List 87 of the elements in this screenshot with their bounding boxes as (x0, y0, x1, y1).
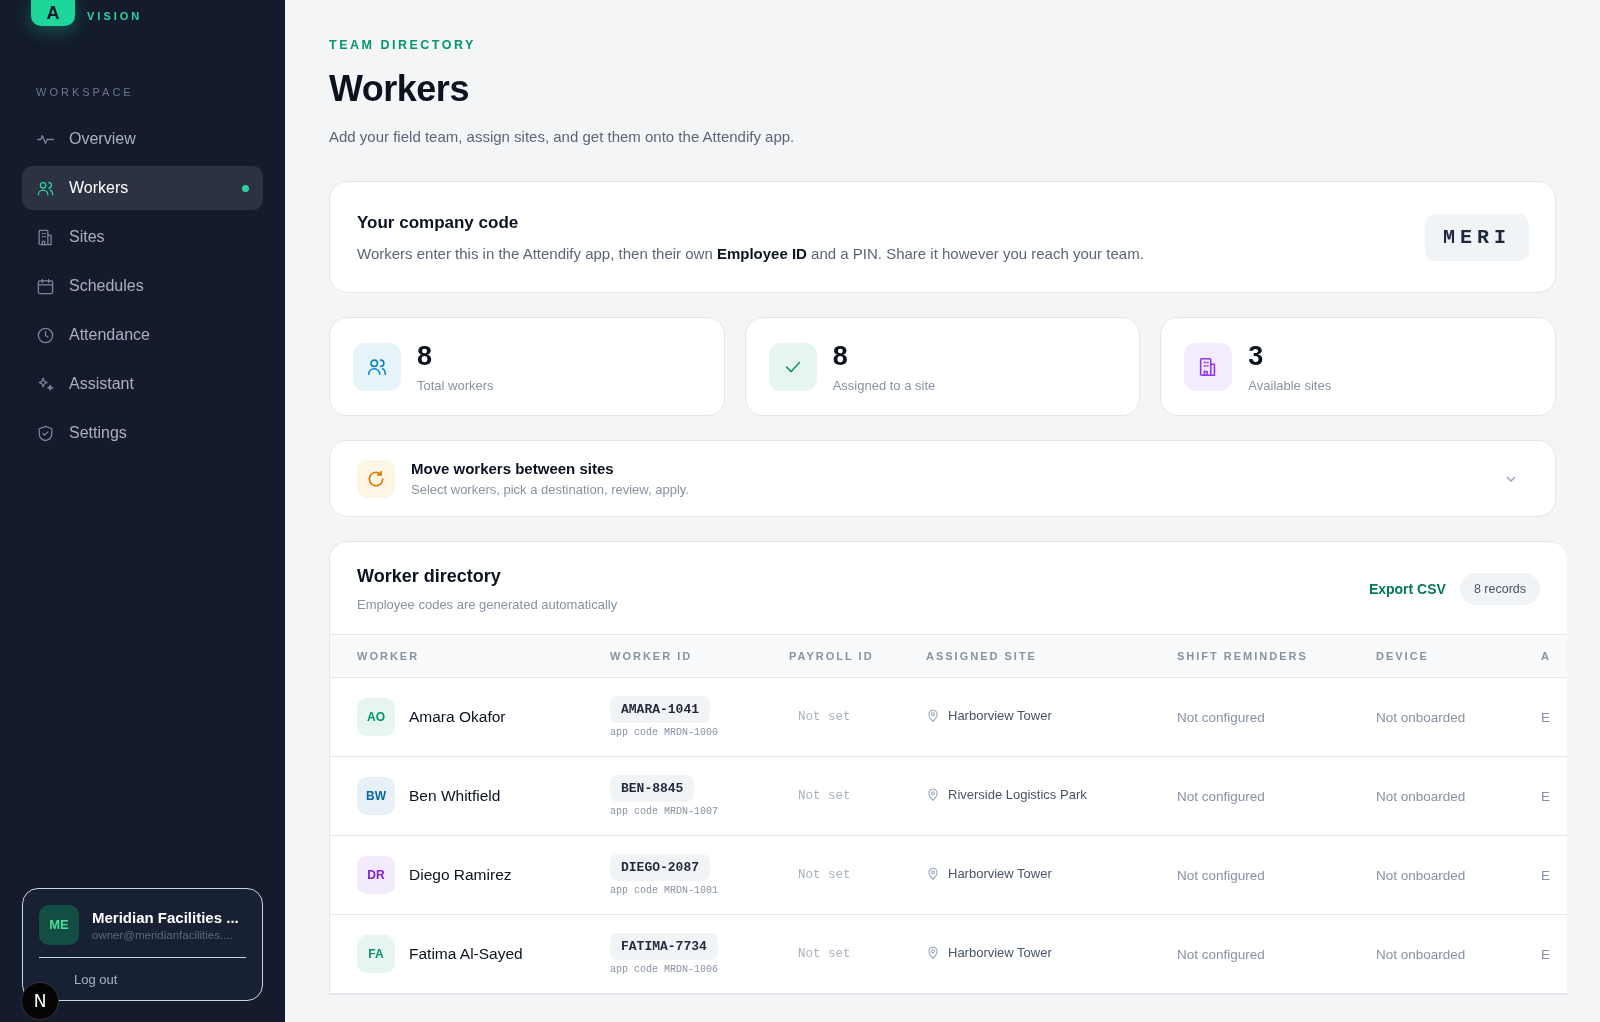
nav-item[interactable]: Overview (22, 117, 263, 161)
nav-item[interactable]: Sites (22, 215, 263, 259)
payroll-id: Not set (797, 710, 852, 724)
app-code: app code MRDN-1006 (610, 964, 719, 975)
calendar-icon (36, 276, 55, 296)
device-status: Not onboarded (1376, 788, 1467, 804)
nav-item[interactable]: Workers (22, 166, 263, 210)
site-name: Harborview Tower (948, 945, 1052, 960)
worker-name: Fatima Al-Sayed (409, 945, 523, 963)
table-cell-text: E (1541, 709, 1551, 725)
page-eyebrow: TEAM DIRECTORY (329, 38, 477, 52)
page-subtitle: Add your field team, assign sites, and get them onto the Attendify app. (329, 128, 796, 145)
account-name: Meridian Facilities ... (92, 908, 239, 926)
worker-id-chip: BEN-8845 (610, 775, 695, 802)
nav-item[interactable]: Attendance (22, 313, 263, 357)
shield-icon (36, 423, 55, 443)
card-text: Workers enter this in the Attendify app, then their own Employee ID and a PIN. Share it however you reach your team. (357, 244, 1144, 262)
column-header: DEVICE (1376, 650, 1430, 662)
device-status: Not onboarded (1376, 709, 1467, 725)
worker-avatar: FA (357, 935, 395, 973)
card-subtitle: Employee codes are generated automatically (357, 597, 618, 612)
table-cell-text: E (1541, 946, 1551, 962)
stat-label: Assigned to a site (832, 377, 936, 393)
panel-subtitle: Select workers, pick a destination, review, apply. (411, 482, 689, 497)
panel-title: Move workers between sites (411, 460, 615, 477)
nav-item[interactable]: Settings (22, 411, 263, 455)
page-title: Workers (329, 68, 470, 110)
move-workers-panel[interactable]: Move workers between sites Select workers, pick a destination, review, apply. (329, 440, 1556, 517)
worker-id-chip: AMARA-1041 (610, 696, 710, 723)
worker-id-chip: DIEGO-2087 (610, 854, 710, 881)
worker-name: Diego Ramirez (409, 866, 512, 884)
brand-tagline: VISION (87, 10, 143, 24)
column-header: SHIFT REMINDERS (1177, 650, 1309, 662)
stat-value: 8 (832, 340, 849, 372)
site-name: Harborview Tower (948, 866, 1052, 881)
account-avatar: ME (39, 904, 79, 945)
logout-link[interactable]: Log out (74, 972, 118, 987)
export-csv-link[interactable]: Export CSV (1368, 581, 1446, 597)
nav-item[interactable]: Assistant (22, 362, 263, 406)
account-email: owner@meridianfacilities.... (92, 928, 234, 941)
table-cell-text: E (1541, 788, 1551, 804)
pin-icon (926, 945, 940, 960)
stat-label: Total workers (417, 377, 494, 393)
site-name: Riverside Logistics Park (948, 787, 1087, 802)
card-title: Worker directory (357, 566, 502, 587)
nav-item[interactable]: Schedules (22, 264, 263, 308)
payroll-id: Not set (797, 947, 852, 961)
refresh-icon (366, 468, 386, 489)
card-title: Your company code (357, 212, 520, 233)
reminders-status: Not configured (1177, 946, 1266, 962)
logo-tile: A (31, 0, 75, 26)
worker-name: Amara Okafor (409, 708, 506, 726)
payroll-id: Not set (797, 868, 852, 882)
company-code: MERI (1425, 213, 1529, 261)
app-code: app code MRDN-1001 (610, 885, 719, 896)
device-status: Not onboarded (1376, 867, 1467, 883)
active-dot (242, 184, 249, 192)
records-count: 8 records (1459, 573, 1540, 605)
reminders-status: Not configured (1177, 867, 1266, 883)
column-header: WORKER ID (610, 650, 694, 662)
app-code: app code MRDN-1000 (610, 727, 719, 738)
clock-icon (36, 325, 55, 345)
section-label: WORKSPACE (36, 86, 135, 98)
worker-avatar: AO (357, 698, 395, 736)
worker-id-chip: FATIMA-7734 (610, 933, 718, 960)
pin-icon (926, 866, 940, 881)
reminders-status: Not configured (1177, 788, 1266, 804)
device-status: Not onboarded (1376, 946, 1467, 962)
column-header: PAYROLL ID (789, 650, 875, 662)
worker-avatar: DR (357, 856, 395, 894)
dev-indicator-button[interactable]: N (21, 982, 59, 1020)
table-cell-text: E (1541, 867, 1551, 883)
pin-icon (926, 787, 940, 802)
stat-value: 3 (1248, 340, 1265, 372)
worker-avatar: BW (357, 777, 395, 815)
stat-value: 8 (417, 340, 434, 372)
pin-icon (926, 708, 940, 723)
site-name: Harborview Tower (948, 708, 1052, 723)
reminders-status: Not configured (1177, 709, 1266, 725)
column-header: ASSIGNED SITE (926, 650, 1038, 662)
column-header: A (1541, 650, 1552, 662)
worker-name: Ben Whitfield (409, 787, 501, 805)
app-code: app code MRDN-1007 (610, 806, 719, 817)
column-header: WORKER (357, 650, 421, 662)
stat-label: Available sites (1248, 377, 1332, 393)
payroll-id: Not set (797, 789, 852, 803)
building-icon (36, 227, 55, 247)
